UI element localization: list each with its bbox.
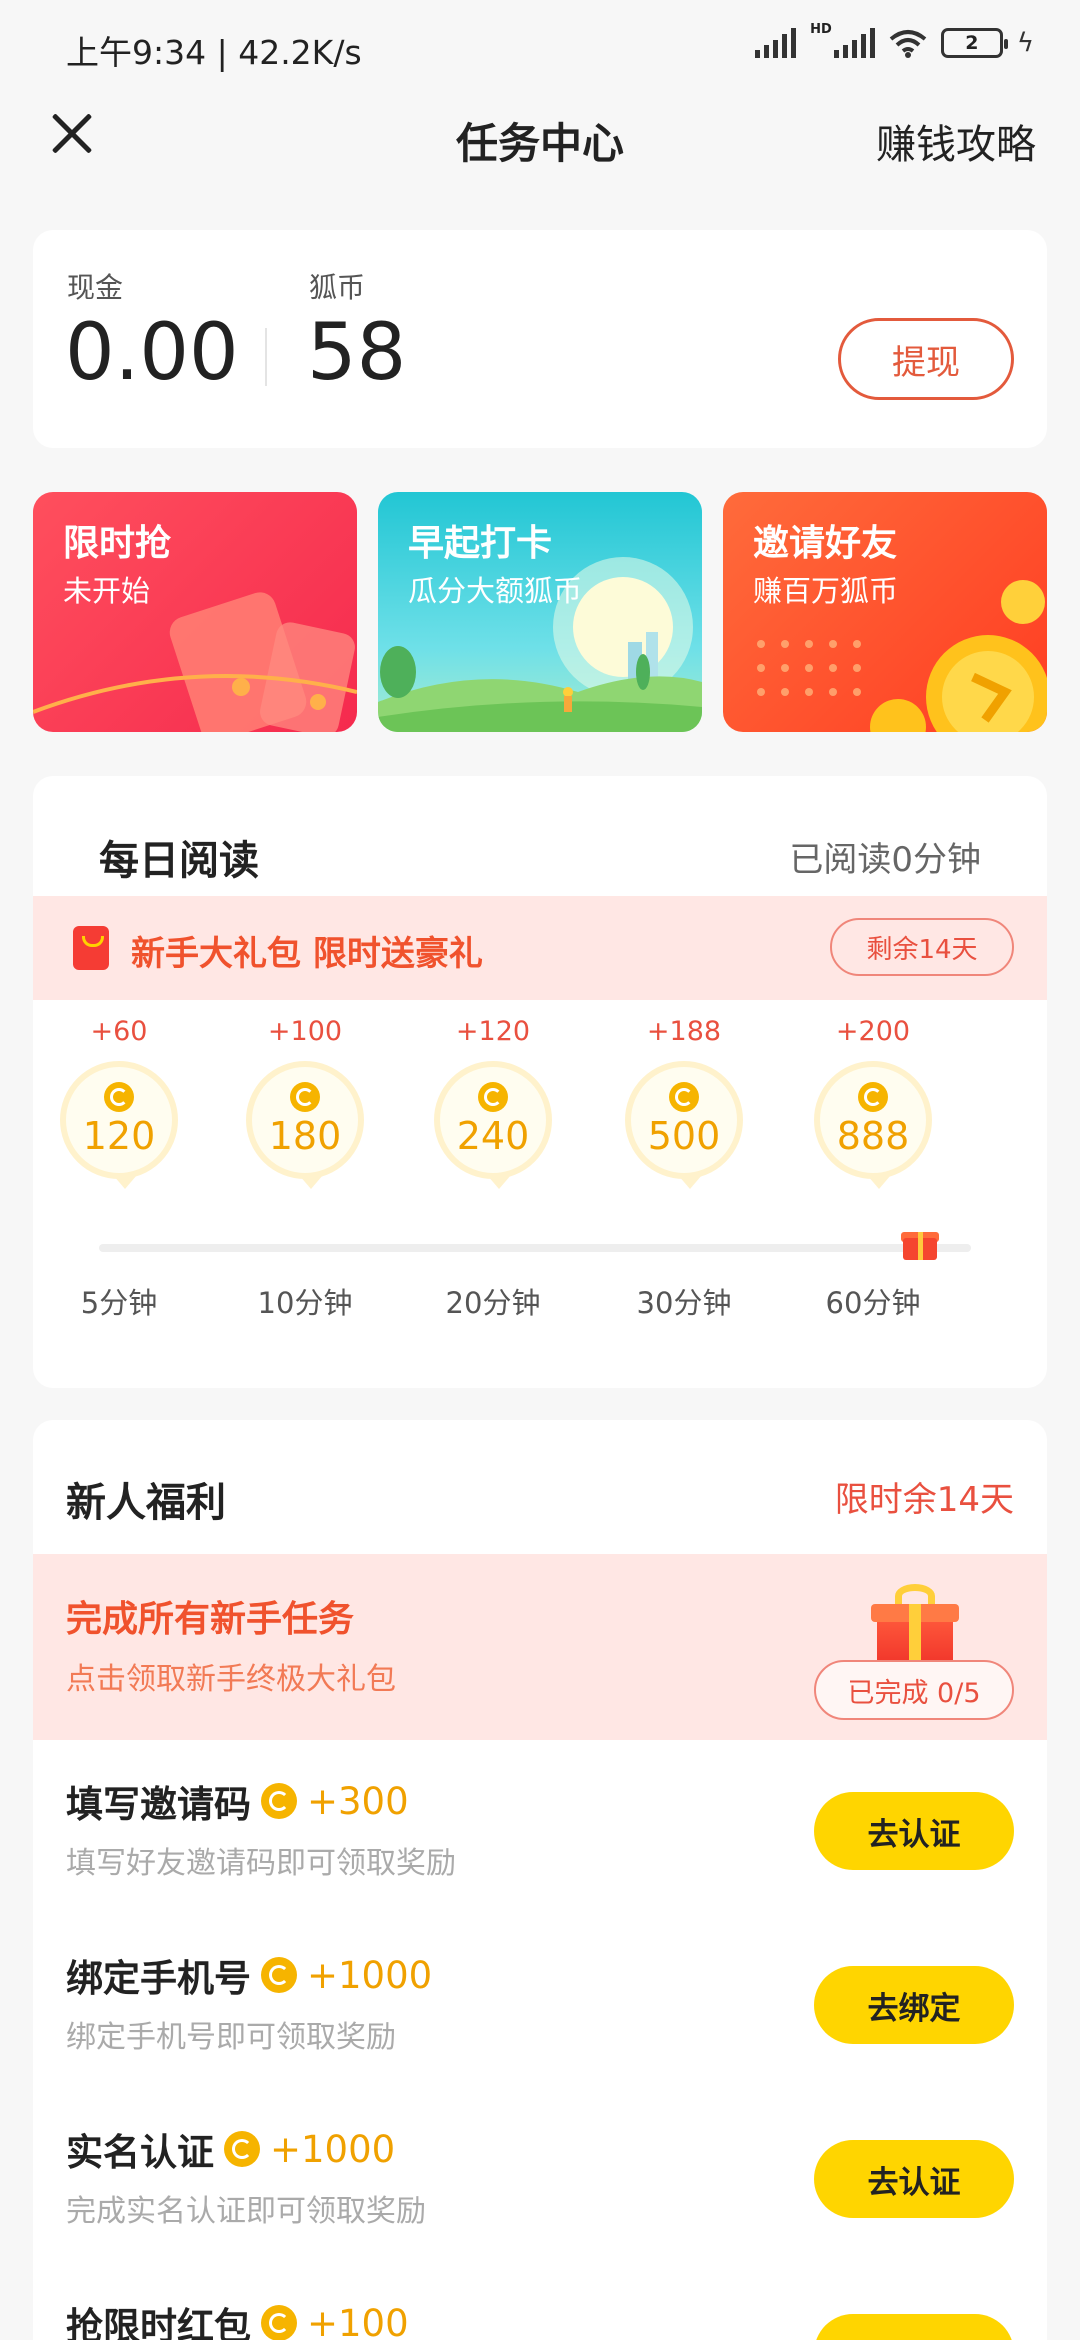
coin-icon	[478, 1082, 508, 1112]
coin-icon	[261, 1957, 297, 1993]
task-reward: +1000	[307, 1953, 433, 1997]
newbie-gift-banner[interactable]: 新手大礼包 限时送豪礼 剩余14天	[33, 896, 1047, 1000]
promo-subtitle: 未开始	[63, 574, 151, 608]
promo-title: 早起打卡	[408, 523, 553, 564]
big-gift-icon	[871, 1584, 959, 1666]
try-play-button[interactable]: 去试玩	[814, 2314, 1014, 2340]
step-time-label: 20分钟	[445, 1286, 541, 1320]
promo-title: 邀请好友	[753, 523, 898, 564]
task-name: 填写邀请码	[66, 1783, 251, 1826]
all-tasks-title: 完成所有新手任务	[66, 1599, 355, 1640]
reward-bubble: 888	[814, 1061, 932, 1189]
task-row: 抢限时红包 +100 去试玩	[33, 2276, 1047, 2340]
promo-early-checkin[interactable]: 早起打卡 瓜分大额狐币	[378, 492, 702, 732]
bind-phone-button[interactable]: 去绑定	[814, 1966, 1014, 2044]
reading-step: +60 120	[39, 1016, 199, 1189]
reading-step: +188 500	[604, 1016, 764, 1189]
gift-banner-text: 新手大礼包 限时送豪礼	[131, 934, 483, 974]
cash-value: 0.00	[65, 308, 239, 398]
daily-reading-card: 每日阅读 已阅读0分钟 新手大礼包 限时送豪礼 剩余14天 +60 120 +1…	[33, 776, 1047, 1388]
reading-step: +100 180	[225, 1016, 385, 1189]
coin-icon	[290, 1082, 320, 1112]
signal-icon	[755, 28, 797, 58]
reward-bubble: 180	[246, 1061, 364, 1189]
task-row: 填写邀请码 +300 填写好友邀请码即可领取奖励 去认证	[33, 1754, 1047, 1924]
step-amount: 888	[836, 1114, 910, 1158]
promo-flash-sale[interactable]: 限时抢 未开始	[33, 492, 357, 732]
wifi-icon	[889, 28, 927, 58]
newbie-title: 新人福利	[66, 1480, 226, 1526]
coin-icon	[224, 2131, 260, 2167]
task-reward: +1000	[270, 2127, 396, 2171]
task-name: 抢限时红包	[66, 2305, 251, 2340]
battery-icon: 2	[940, 28, 1008, 58]
task-row: 实名认证 +1000 完成实名认证即可领取奖励 去认证	[33, 2102, 1047, 2272]
step-bonus: +60	[90, 1016, 148, 1047]
earning-guide-link[interactable]: 赚钱攻略	[876, 112, 1036, 170]
wallet-divider	[265, 328, 267, 386]
wallet-card: 现金 0.00 狐币 58 提现	[33, 230, 1047, 448]
reading-status: 已阅读0分钟	[789, 840, 981, 880]
step-amount: 500	[647, 1114, 721, 1158]
task-description: 绑定手机号即可领取奖励	[66, 2020, 396, 2055]
complete-all-tasks-banner[interactable]: 完成所有新手任务 点击领取新手终极大礼包 已完成 0/5	[33, 1554, 1047, 1740]
promo-subtitle: 赚百万狐币	[753, 574, 899, 608]
coin-icon	[261, 2305, 297, 2340]
step-amount: 240	[456, 1114, 530, 1158]
coin-icon	[104, 1082, 134, 1112]
reward-bubble: 120	[60, 1061, 178, 1189]
promo-invite-friends[interactable]: 邀请好友 赚百万狐币	[723, 492, 1047, 732]
step-amount: 120	[82, 1114, 156, 1158]
step-amount: 180	[268, 1114, 342, 1158]
task-reward: +300	[307, 1779, 409, 1823]
coin-icon	[261, 1783, 297, 1819]
status-icons: HD 2 ϟ	[755, 22, 1034, 58]
cash-label: 现金	[67, 271, 124, 304]
shopping-bag-icon	[73, 926, 109, 970]
coin-icon	[858, 1082, 888, 1112]
newbie-welfare-card: 新人福利 限时余14天 完成所有新手任务 点击领取新手终极大礼包 已完成 0/5…	[33, 1420, 1047, 2340]
completion-badge: 已完成 0/5	[814, 1660, 1014, 1720]
all-tasks-subtitle: 点击领取新手终极大礼包	[66, 1662, 396, 1697]
coin-icon	[669, 1082, 699, 1112]
daily-reading-title: 每日阅读	[99, 838, 259, 884]
withdraw-button[interactable]: 提现	[838, 318, 1014, 400]
task-row: 绑定手机号 +1000 绑定手机号即可领取奖励 去绑定	[33, 1928, 1047, 2098]
task-description: 完成实名认证即可领取奖励	[66, 2194, 426, 2229]
reading-step: +120 240	[413, 1016, 573, 1189]
verify-invite-code-button[interactable]: 去认证	[814, 1792, 1014, 1870]
limited-time-remaining: 限时余14天	[834, 1480, 1014, 1520]
task-reward: +100	[307, 2301, 409, 2340]
reading-progress-track	[99, 1244, 971, 1252]
step-bonus: +100	[267, 1016, 343, 1047]
step-time-label: 60分钟	[825, 1286, 921, 1320]
step-time-label: 30分钟	[636, 1286, 732, 1320]
promo-title: 限时抢	[63, 523, 172, 564]
step-time-label: 10分钟	[257, 1286, 353, 1320]
coin-label: 狐币	[309, 271, 366, 304]
status-bar: 上午9:34 | 42.2K/s HD 2 ϟ	[0, 0, 1080, 92]
task-description: 填写好友邀请码即可领取奖励	[66, 1846, 456, 1881]
gift-box-icon	[901, 1228, 939, 1260]
nav-bar: 任务中心 赚钱攻略	[0, 92, 1080, 224]
reward-bubble: 240	[434, 1061, 552, 1189]
remaining-days-badge: 剩余14天	[830, 918, 1014, 976]
step-bonus: +188	[646, 1016, 722, 1047]
network-type-label: HD	[810, 21, 832, 37]
charging-icon: ϟ	[1016, 28, 1034, 58]
reading-step: +200 888	[793, 1016, 953, 1189]
task-name: 绑定手机号	[66, 1957, 251, 2000]
task-name: 实名认证	[66, 2131, 214, 2174]
status-time: 上午9:34 | 42.2K/s	[66, 33, 362, 72]
promo-subtitle: 瓜分大额狐币	[408, 574, 583, 608]
reward-bubble: 500	[625, 1061, 743, 1189]
coin-value: 58	[307, 308, 407, 398]
real-name-verify-button[interactable]: 去认证	[814, 2140, 1014, 2218]
step-bonus: +120	[455, 1016, 531, 1047]
step-bonus: +200	[835, 1016, 911, 1047]
step-time-label: 5分钟	[80, 1286, 158, 1320]
signal-hd-icon	[833, 28, 875, 58]
